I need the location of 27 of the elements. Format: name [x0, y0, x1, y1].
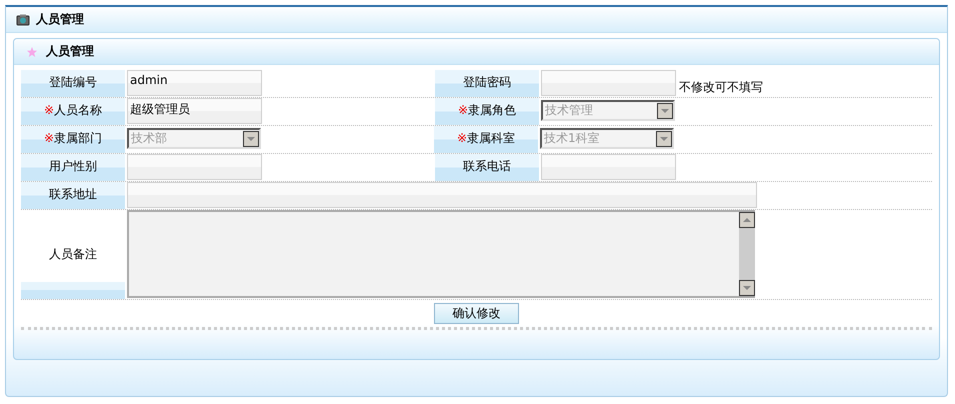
field-label: 用户性别: [21, 154, 125, 181]
field-label: ※人员名称: [21, 98, 125, 125]
field-label: 登陆密码: [435, 70, 539, 97]
input-field[interactable]: 超级管理员: [127, 98, 262, 124]
input-field[interactable]: [541, 70, 676, 96]
field-label: 联系地址: [21, 182, 125, 209]
scrollbar[interactable]: [739, 212, 755, 296]
field-label: 登陆编号: [21, 70, 125, 97]
input-field[interactable]: admin: [127, 70, 262, 96]
panel-title: 人员管理: [46, 43, 94, 60]
confirm-button[interactable]: 确认修改: [434, 303, 519, 324]
window-title: 人员管理: [36, 11, 84, 28]
camera-icon: [16, 14, 30, 26]
field-label: ※隶属科室: [434, 126, 538, 153]
caret-icon[interactable]: [657, 102, 673, 118]
caret-icon[interactable]: [243, 130, 259, 146]
field-label: 联系电话: [435, 154, 539, 181]
input-field[interactable]: [127, 182, 757, 208]
star-icon: [26, 46, 38, 58]
input-field[interactable]: [127, 154, 262, 180]
scroll-down-icon[interactable]: [739, 280, 755, 296]
field-label: ※隶属角色: [435, 98, 539, 125]
hint-text: 不修改可不填写: [679, 79, 763, 96]
input-field[interactable]: [541, 154, 676, 180]
field-label: ※隶属部门: [21, 126, 125, 153]
caret-icon[interactable]: [656, 130, 672, 146]
scroll-up-icon[interactable]: [739, 212, 755, 228]
